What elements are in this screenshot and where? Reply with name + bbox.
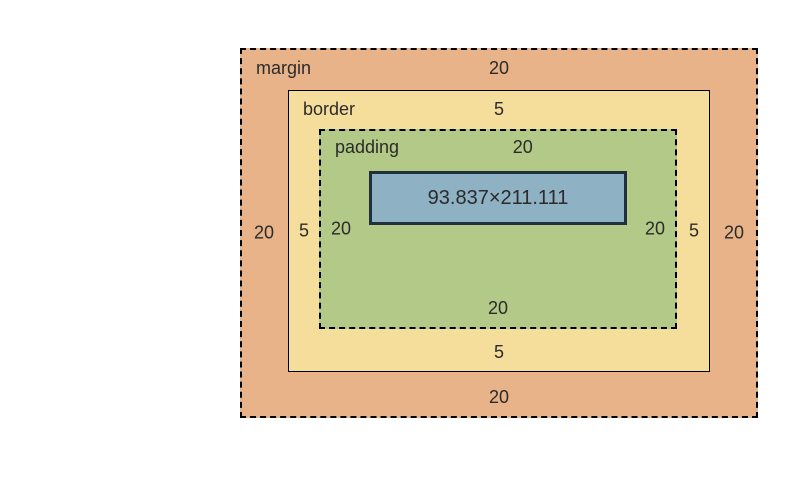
padding-bottom-value: 20: [488, 298, 508, 319]
border-left-value: 5: [299, 221, 309, 242]
border-right-value: 5: [689, 221, 699, 242]
box-model-diagram: margin 20 20 20 20 border 5 5 5 5 paddin…: [240, 48, 758, 418]
margin-right-value: 20: [724, 223, 744, 244]
margin-label: margin: [256, 58, 311, 79]
margin-top-value: 20: [489, 58, 509, 79]
padding-top-value: 20: [513, 137, 533, 158]
content-dimensions: 93.837×211.111: [428, 187, 569, 210]
padding-label: padding: [335, 137, 399, 158]
border-bottom-value: 5: [494, 342, 504, 363]
content-box: 93.837×211.111: [369, 171, 627, 225]
margin-layer: margin 20 20 20 20 border 5 5 5 5 paddin…: [240, 48, 758, 418]
margin-left-value: 20: [254, 223, 274, 244]
padding-right-value: 20: [645, 219, 665, 240]
margin-bottom-value: 20: [489, 387, 509, 408]
border-label: border: [303, 99, 355, 120]
border-top-value: 5: [494, 99, 504, 120]
border-layer: border 5 5 5 5 padding 20 20 20 20 93.83…: [288, 90, 710, 372]
padding-left-value: 20: [331, 219, 351, 240]
padding-layer: padding 20 20 20 20 93.837×211.111: [319, 129, 677, 329]
